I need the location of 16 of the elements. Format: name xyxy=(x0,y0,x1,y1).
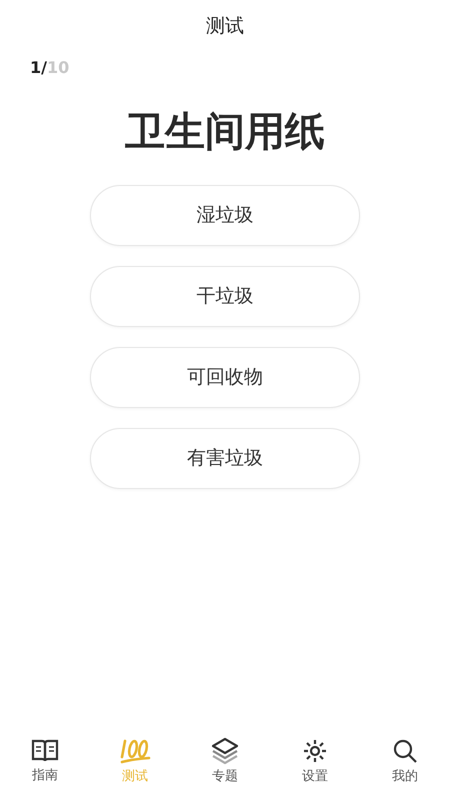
answer-option[interactable]: 湿垃圾 xyxy=(90,185,360,246)
answer-option[interactable]: 有害垃圾 xyxy=(90,428,360,489)
hundred-points-icon xyxy=(119,737,151,765)
question-number: 1/ xyxy=(30,57,47,79)
settings-icon xyxy=(301,737,329,765)
page-title: 测试 xyxy=(206,14,244,39)
tab[interactable]: 专题 xyxy=(180,728,270,792)
answer-option[interactable]: 干垃圾 xyxy=(90,266,360,327)
layers-icon xyxy=(211,737,239,765)
tab[interactable]: 指南 xyxy=(0,728,90,792)
tab[interactable]: 设置 xyxy=(270,728,360,792)
question-text: 卫生间用纸 xyxy=(125,108,325,157)
search-icon xyxy=(391,737,419,765)
tab[interactable]: 我的 xyxy=(360,728,450,792)
answer-option[interactable]: 可回收物 xyxy=(90,347,360,408)
book-icon xyxy=(31,738,59,764)
